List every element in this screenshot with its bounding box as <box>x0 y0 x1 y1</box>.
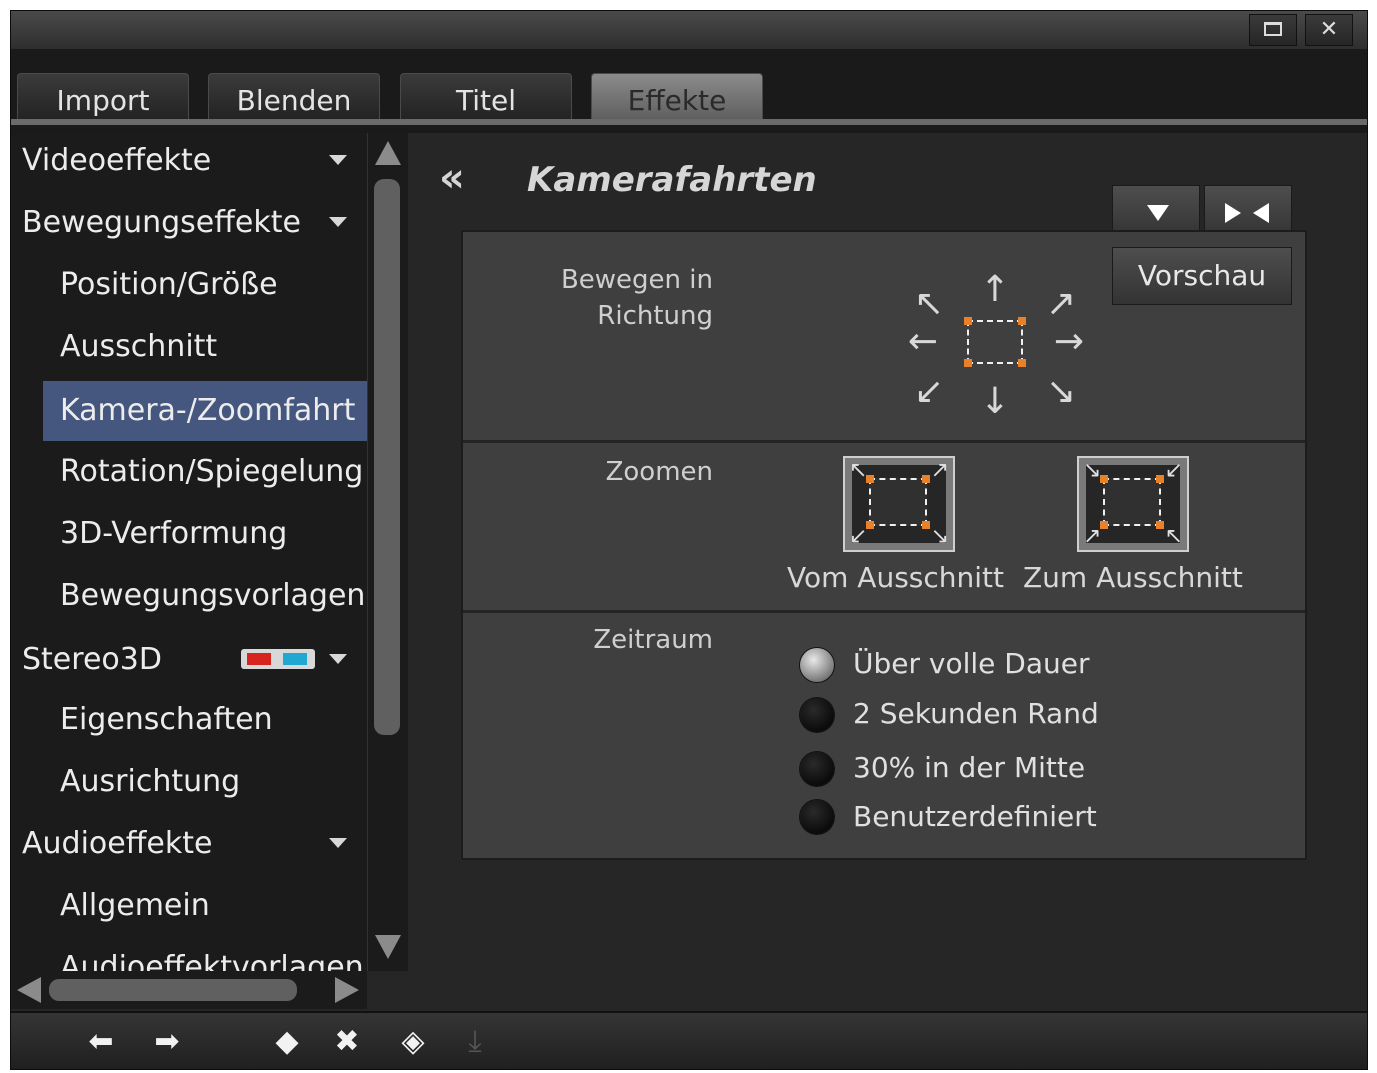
timespan-label: Zeitraum <box>593 625 713 655</box>
scroll-right-icon[interactable] <box>335 977 359 1003</box>
sidebar-item-ausrichtung[interactable]: Ausrichtung <box>11 752 367 812</box>
delete-keyframe-icon[interactable]: ✖ <box>327 1023 367 1061</box>
title-bar[interactable]: ✕ <box>11 11 1367 50</box>
scrollbar-thumb[interactable] <box>374 179 400 735</box>
effects-window: ✕ Import Blenden Titel Effekte Videoeffe… <box>10 10 1368 1070</box>
sidebar-item-label: Videoeffekte <box>22 143 212 178</box>
arrow-up-right-icon[interactable]: ↗ <box>1041 284 1081 324</box>
page-title: Kamerafahrten <box>527 160 817 200</box>
frame-outline-icon <box>964 317 1026 367</box>
tab-titel[interactable]: Titel <box>400 73 572 119</box>
chevron-down-icon[interactable] <box>329 838 347 848</box>
section-divider <box>463 440 1305 443</box>
arrow-left-icon[interactable]: ← <box>903 322 943 362</box>
zoom-from-crop-label: Vom Ausschnitt <box>787 561 1004 594</box>
radio-30-percent-middle[interactable] <box>800 752 834 786</box>
play-left-icon <box>1253 203 1269 223</box>
close-button[interactable]: ✕ <box>1305 14 1353 46</box>
next-keyframe-icon[interactable]: ➡ <box>139 1023 195 1061</box>
sidebar-item-3d-verformung[interactable]: 3D-Verformung <box>11 504 367 564</box>
camera-settings-box: Bewegen in Richtung ↖ ↑ ↗ ← → ↙ ↓ ↘ Zoom… <box>461 230 1307 860</box>
sidebar-item-eigenschaften[interactable]: Eigenschaften <box>11 690 367 750</box>
zoom-label: Zoomen <box>605 457 713 487</box>
chevron-down-icon[interactable] <box>329 217 347 227</box>
move-direction-control: ↖ ↑ ↗ ← → ↙ ↓ ↘ <box>903 260 1084 430</box>
scroll-up-icon[interactable] <box>375 141 401 165</box>
sidebar-item-videoeffekte[interactable]: Videoeffekte <box>11 133 367 191</box>
sidebar-vertical-scrollbar[interactable] <box>367 133 408 971</box>
keyframe-group-icon[interactable]: ◈ <box>389 1023 437 1061</box>
collapse-panel-icon[interactable]: « <box>439 153 465 203</box>
arrow-up-icon[interactable]: ↑ <box>975 270 1015 310</box>
add-keyframe-icon[interactable]: ◆ <box>267 1023 307 1061</box>
radio-2-second-margin-label[interactable]: 2 Sekunden Rand <box>853 696 1099 732</box>
radio-full-duration[interactable] <box>800 648 834 682</box>
sidebar-horizontal-scrollbar[interactable] <box>11 971 367 1009</box>
section-divider <box>463 610 1305 613</box>
radio-custom-label[interactable]: Benutzerdefiniert <box>853 799 1097 835</box>
triangle-down-icon <box>1147 205 1169 221</box>
chevron-down-icon[interactable] <box>329 155 347 165</box>
scroll-down-icon[interactable] <box>375 935 401 959</box>
sidebar-item-audioeffektvorlagen[interactable]: Audioeffektvorlagen <box>11 938 367 973</box>
sidebar-item-allgemein[interactable]: Allgemein <box>11 876 367 936</box>
scroll-left-icon[interactable] <box>17 977 41 1003</box>
radio-custom[interactable] <box>800 800 834 834</box>
preview-button[interactable]: Vorschau <box>1112 247 1292 305</box>
arrow-right-icon[interactable]: → <box>1049 322 1089 362</box>
chevron-down-icon[interactable] <box>329 654 347 664</box>
arrow-up-left-icon[interactable]: ↖ <box>909 284 949 324</box>
sidebar-item-bewegungseffekte[interactable]: Bewegungseffekte <box>11 193 367 253</box>
sidebar-item-kamera-zoomfahrt[interactable]: Kamera-/Zoomfahrt <box>43 381 367 441</box>
sidebar-item-position-groesse[interactable]: Position/Größe <box>11 255 367 315</box>
play-right-icon <box>1225 203 1241 223</box>
sidebar-item-rotation-spiegelung[interactable]: Rotation/Spiegelung <box>11 442 367 502</box>
sidebar-item-label: Bewegungseffekte <box>22 205 301 240</box>
zoom-to-crop-label: Zum Ausschnitt <box>1023 561 1243 594</box>
keyframe-toolbar: ⬅ ➡ ◆ ✖ ◈ ⤓ <box>11 1011 1367 1069</box>
sidebar-item-bewegungsvorlagen[interactable]: Bewegungsvorlagen <box>11 566 367 626</box>
sidebar-item-label: Audioeffekte <box>22 826 213 861</box>
sidebar-item-audioeffekte[interactable]: Audioeffekte <box>11 814 367 874</box>
radio-2-second-margin[interactable] <box>800 698 834 732</box>
arrow-down-right-icon[interactable]: ↘ <box>1041 372 1081 412</box>
maximize-button[interactable] <box>1249 14 1297 46</box>
radio-30-percent-middle-label[interactable]: 30% in der Mitte <box>853 750 1085 786</box>
radio-full-duration-label[interactable]: Über volle Dauer <box>853 646 1090 682</box>
close-icon: ✕ <box>1319 17 1339 42</box>
sidebar-item-stereo3d[interactable]: Stereo3D <box>11 630 367 690</box>
tab-underline <box>11 119 1367 125</box>
zoom-from-crop-icon[interactable]: ↖ ↗ ↙ ↘ <box>843 456 955 552</box>
effects-sidebar: Videoeffekte Bewegungseffekte Position/G… <box>11 133 367 973</box>
sidebar-item-ausschnitt[interactable]: Ausschnitt <box>11 317 367 377</box>
previous-keyframe-icon[interactable]: ⬅ <box>73 1023 129 1061</box>
move-direction-label: Bewegen in Richtung <box>560 265 713 331</box>
tab-effekte[interactable]: Effekte <box>591 73 763 121</box>
maximize-icon <box>1264 22 1282 36</box>
zoom-to-crop-icon[interactable]: ↘ ↙ ↗ ↖ <box>1077 456 1189 552</box>
disabled-action-icon: ⤓ <box>468 1024 482 1059</box>
tab-blenden[interactable]: Blenden <box>208 73 380 119</box>
scrollbar-thumb[interactable] <box>49 979 297 1001</box>
arrow-down-icon[interactable]: ↓ <box>975 382 1015 422</box>
tab-bar: Import Blenden Titel Effekte <box>11 49 1367 133</box>
sidebar-item-label: Stereo3D <box>22 642 162 677</box>
3d-glasses-icon <box>241 649 315 669</box>
tab-import[interactable]: Import <box>17 73 189 119</box>
arrow-down-left-icon[interactable]: ↙ <box>909 372 949 412</box>
effect-settings-panel: « Kamerafahrten Bewegen in Richtung ↖ ↑ … <box>409 133 1367 1011</box>
